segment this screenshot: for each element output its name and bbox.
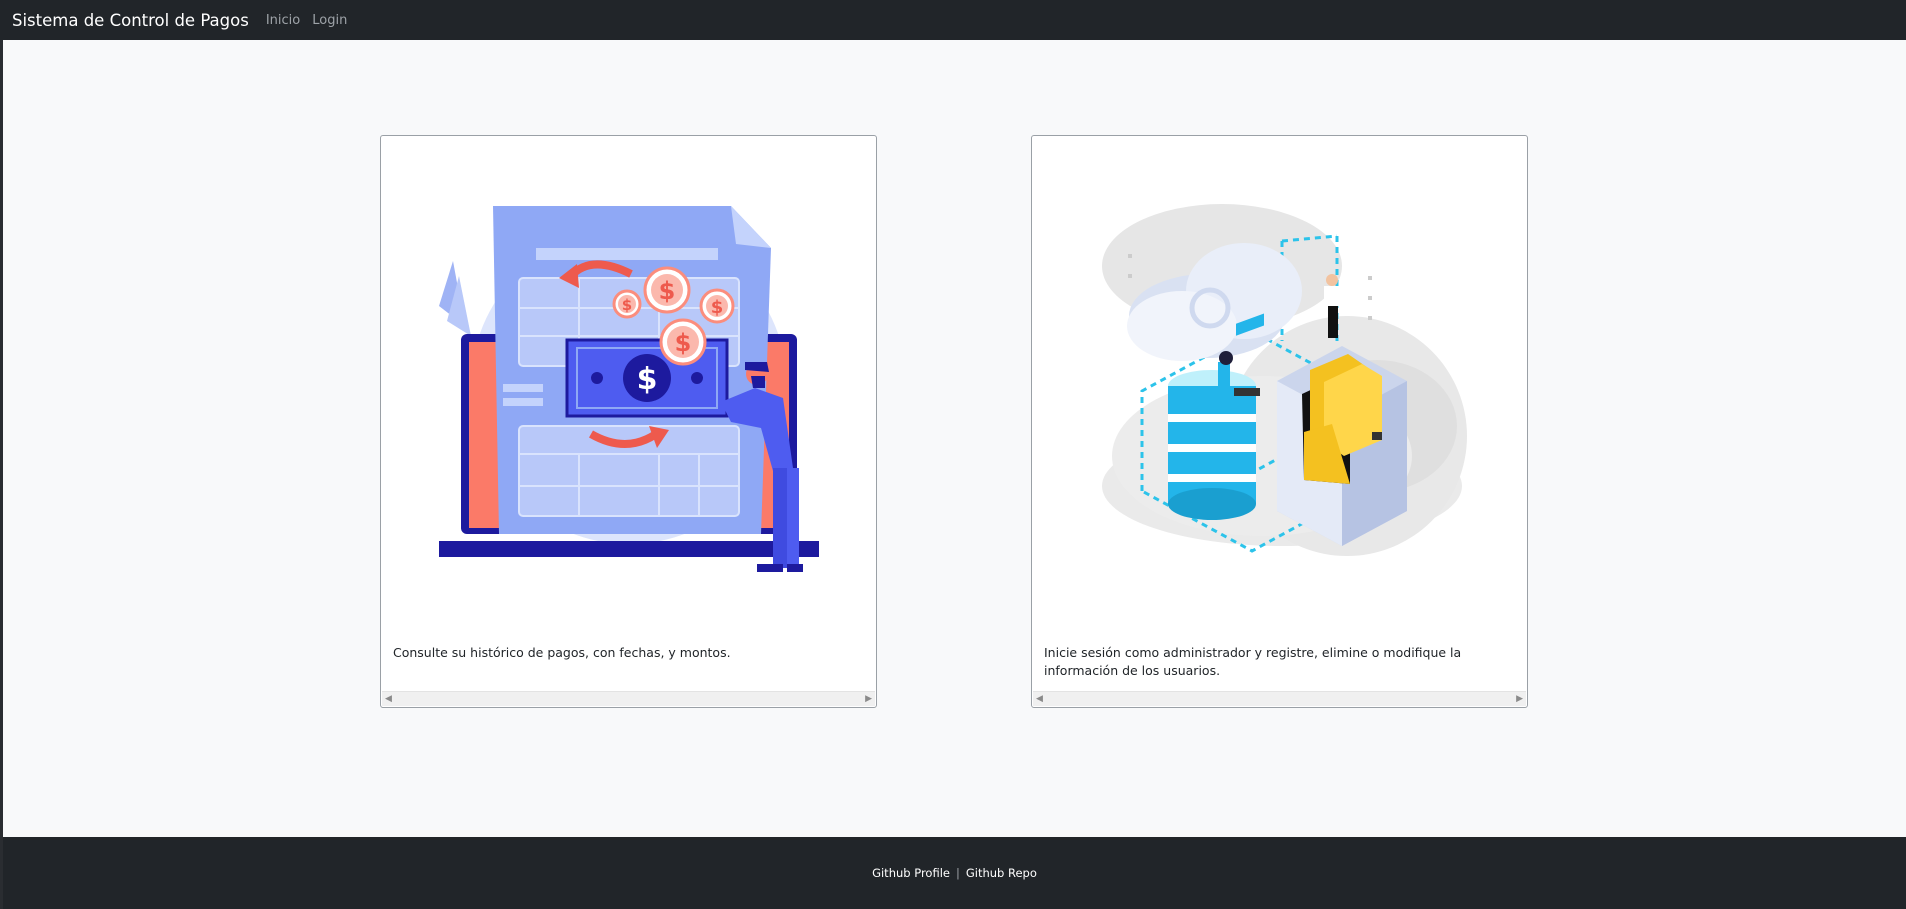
svg-text:$: $: [711, 297, 724, 318]
card-payment-history: $ $ $ $ $ Consulte su histórico de pagos…: [380, 135, 877, 708]
github-repo-link[interactable]: Github Repo: [966, 866, 1037, 880]
top-navbar: Sistema de Control de Pagos Inicio Login: [0, 0, 1906, 40]
svg-text:$: $: [659, 277, 676, 305]
horizontal-scrollbar[interactable]: ◀ ▶: [1033, 691, 1526, 706]
card-description: Inicie sesión como administrador y regis…: [1044, 645, 1462, 678]
database-admin-illustration: [1102, 204, 1467, 556]
nav-link-login[interactable]: Login: [312, 13, 347, 28]
page-footer: Github Profile | Github Repo: [3, 837, 1906, 909]
nav-link-inicio[interactable]: Inicio: [266, 13, 300, 28]
scroll-left-arrow-icon[interactable]: ◀: [1036, 694, 1043, 704]
app-brand[interactable]: Sistema de Control de Pagos: [12, 11, 249, 30]
scroll-right-arrow-icon[interactable]: ▶: [1516, 694, 1523, 704]
scroll-left-arrow-icon[interactable]: ◀: [385, 694, 392, 704]
card-description: Consulte su histórico de pagos, con fech…: [393, 645, 731, 660]
github-profile-link[interactable]: Github Profile: [872, 866, 950, 880]
horizontal-scrollbar[interactable]: ◀ ▶: [382, 691, 875, 706]
svg-text:$: $: [622, 296, 632, 314]
svg-text:$: $: [637, 362, 658, 397]
scroll-right-arrow-icon[interactable]: ▶: [865, 694, 872, 704]
main-content: $ $ $ $ $ Consulte su histórico de pagos…: [3, 40, 1906, 837]
svg-text:$: $: [675, 329, 692, 357]
footer-separator: |: [955, 866, 960, 880]
card-admin-users: Inicie sesión como administrador y regis…: [1031, 135, 1528, 708]
payment-history-illustration: $ $ $ $ $: [439, 206, 819, 572]
